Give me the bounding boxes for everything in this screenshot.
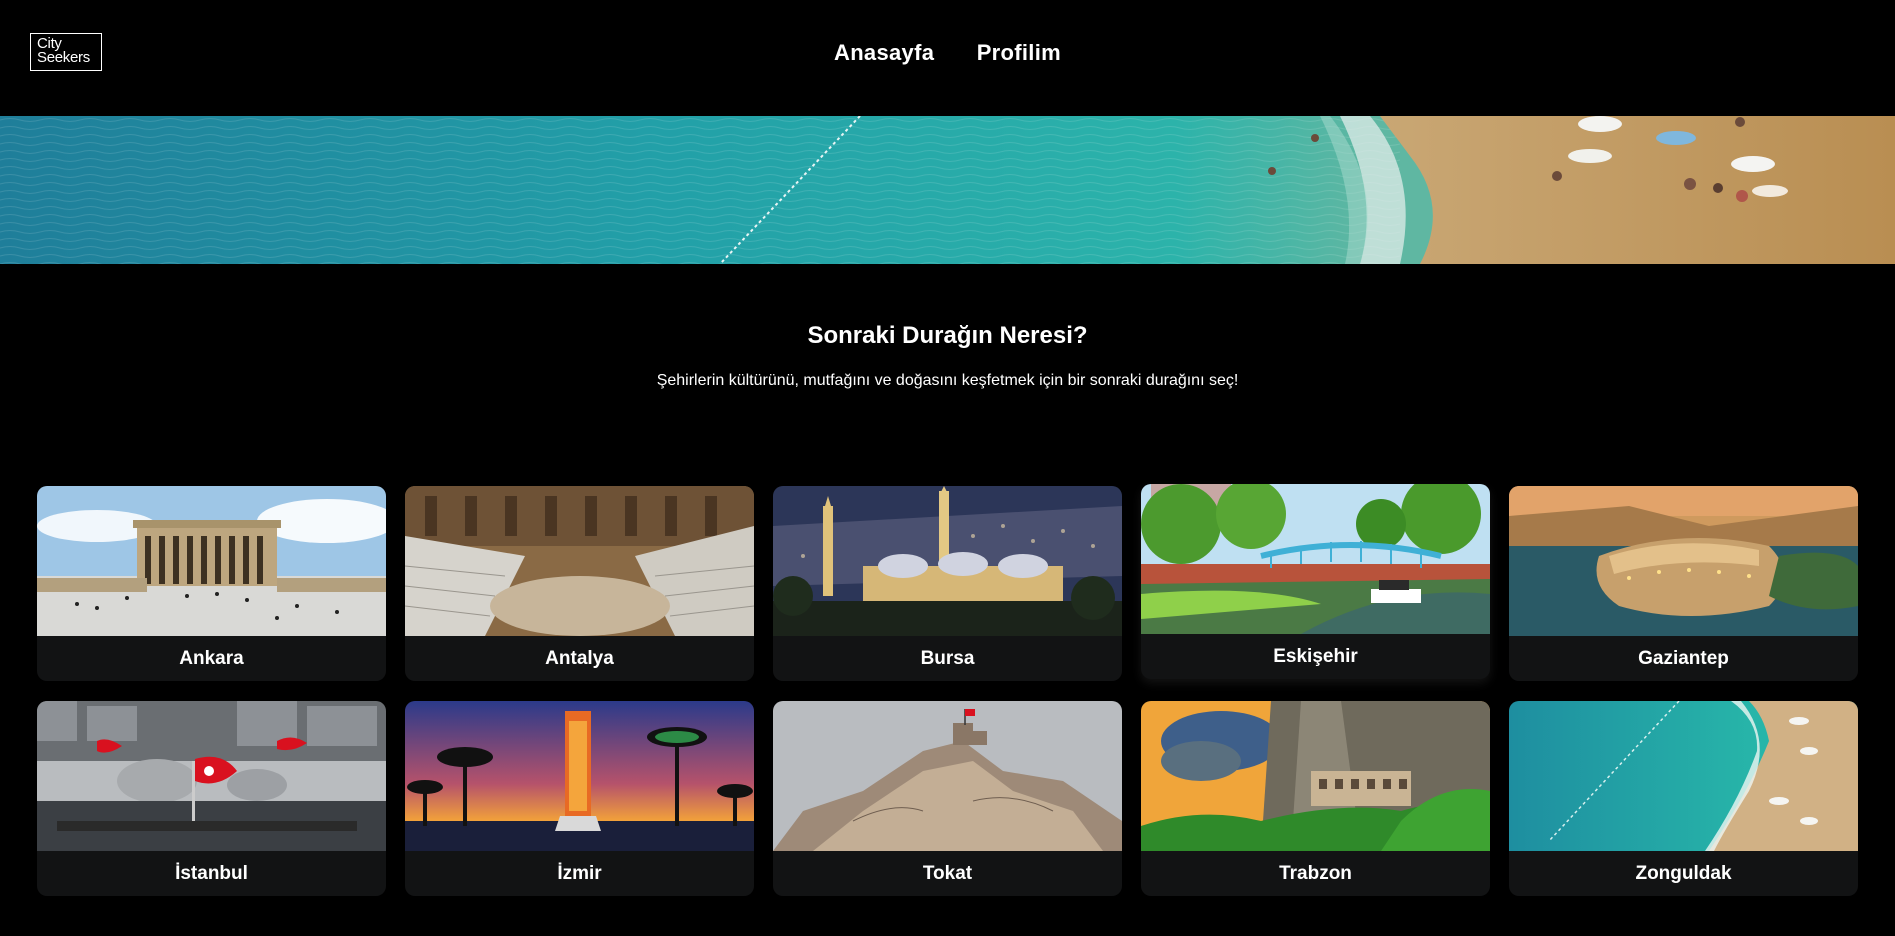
city-image-tokat: [773, 701, 1122, 851]
city-name: Antalya: [545, 648, 614, 669]
site-header: City Seekers Anasayfa Profilim: [0, 0, 1895, 116]
city-name: İstanbul: [175, 863, 248, 884]
city-image-izmir: [405, 701, 754, 851]
city-card-izmir[interactable]: İzmir: [405, 701, 754, 896]
city-name: Tokat: [922, 863, 973, 884]
city-image-eskisehir: [1141, 484, 1490, 634]
city-card-gaziantep[interactable]: Gaziantep: [1509, 486, 1858, 681]
city-name: Zonguldak: [1635, 863, 1732, 884]
hero-banner-image: [0, 116, 1895, 264]
city-image-trabzon: [1141, 701, 1490, 851]
city-image-antalya: [405, 486, 754, 636]
city-name: Ankara: [179, 648, 244, 669]
city-card-istanbul[interactable]: İstanbul: [37, 701, 386, 896]
city-card-eskisehir[interactable]: Eskişehir: [1141, 484, 1490, 679]
section-title: Sonraki Durağın Neresi?: [807, 322, 1088, 349]
city-card-tokat[interactable]: Tokat: [773, 701, 1122, 896]
city-name: Trabzon: [1279, 863, 1352, 884]
city-image-zonguldak: [1509, 701, 1858, 851]
main-nav: Anasayfa Profilim: [0, 40, 1895, 66]
city-card-zonguldak[interactable]: Zonguldak: [1509, 701, 1858, 896]
city-card-antalya[interactable]: Antalya: [405, 486, 754, 681]
city-card-bursa[interactable]: Bursa: [773, 486, 1122, 681]
nav-link-profilim[interactable]: Profilim: [977, 40, 1061, 66]
city-name: Gaziantep: [1638, 648, 1729, 669]
city-name: Eskişehir: [1273, 646, 1358, 667]
city-image-bursa: [773, 486, 1122, 636]
nav-link-anasayfa[interactable]: Anasayfa: [834, 40, 934, 66]
city-name: İzmir: [557, 863, 602, 884]
city-image-gaziantep: [1509, 486, 1858, 636]
city-name: Bursa: [920, 648, 975, 669]
city-image-ankara: [37, 486, 386, 636]
section-subtitle: Şehirlerin kültürünü, mutfağını ve doğas…: [656, 372, 1239, 389]
city-card-ankara[interactable]: Ankara: [37, 486, 386, 681]
city-card-trabzon[interactable]: Trabzon: [1141, 701, 1490, 896]
city-image-istanbul: [37, 701, 386, 851]
